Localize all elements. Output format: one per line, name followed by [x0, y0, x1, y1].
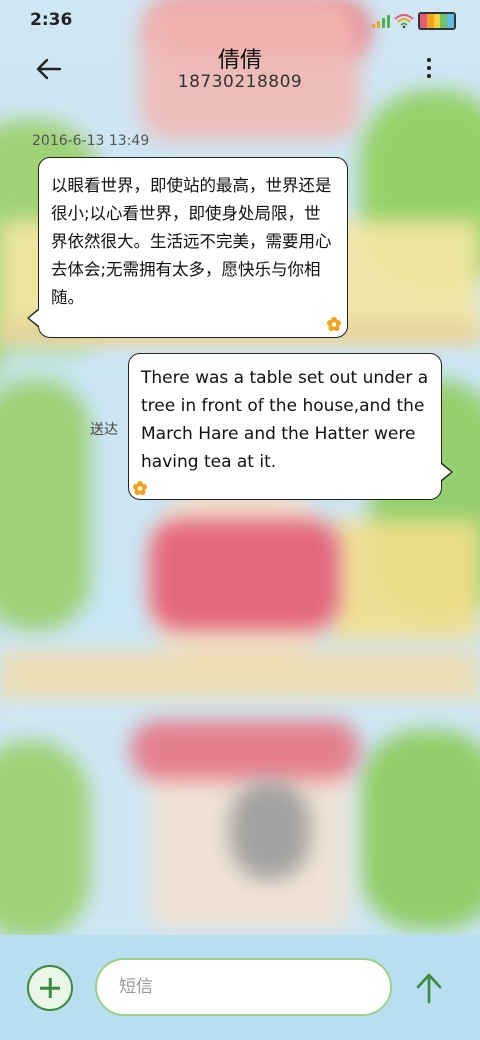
- status-bar: 2:36: [0, 0, 480, 40]
- more-vert-icon[interactable]: [424, 58, 434, 84]
- chat-background: [0, 0, 480, 1040]
- flower-icon: [327, 317, 341, 331]
- message-input[interactable]: 短信: [95, 958, 392, 1016]
- send-arrow-icon[interactable]: [412, 971, 446, 1005]
- composer-bar: 短信: [0, 935, 480, 1040]
- signal-icon: [372, 14, 390, 28]
- incoming-message-bubble[interactable]: 以眼看世界，即使站的最高，世界还是很小;以心看世界，即使身处局限，世界依然很大。…: [27, 157, 348, 338]
- outgoing-message-bubble[interactable]: There was a table set out under a tree i…: [128, 353, 453, 500]
- conversation-header: 倩倩 18730218809: [0, 40, 480, 100]
- flower-icon: [133, 481, 147, 495]
- incoming-message-text: 以眼看世界，即使站的最高，世界还是很小;以心看世界，即使身处局限，世界依然很大。…: [51, 176, 332, 307]
- message-timestamp: 2016-6-13 13:49: [32, 133, 150, 149]
- add-icon[interactable]: [27, 965, 73, 1011]
- contact-phone: 18730218809: [177, 72, 303, 92]
- contact-name: 倩倩: [217, 48, 262, 73]
- battery-icon: [418, 12, 456, 30]
- delivery-status: 送达: [90, 422, 118, 438]
- wifi-icon: [394, 14, 414, 28]
- status-time: 2:36: [30, 10, 73, 30]
- outgoing-message-text: There was a table set out under a tree i…: [141, 368, 429, 472]
